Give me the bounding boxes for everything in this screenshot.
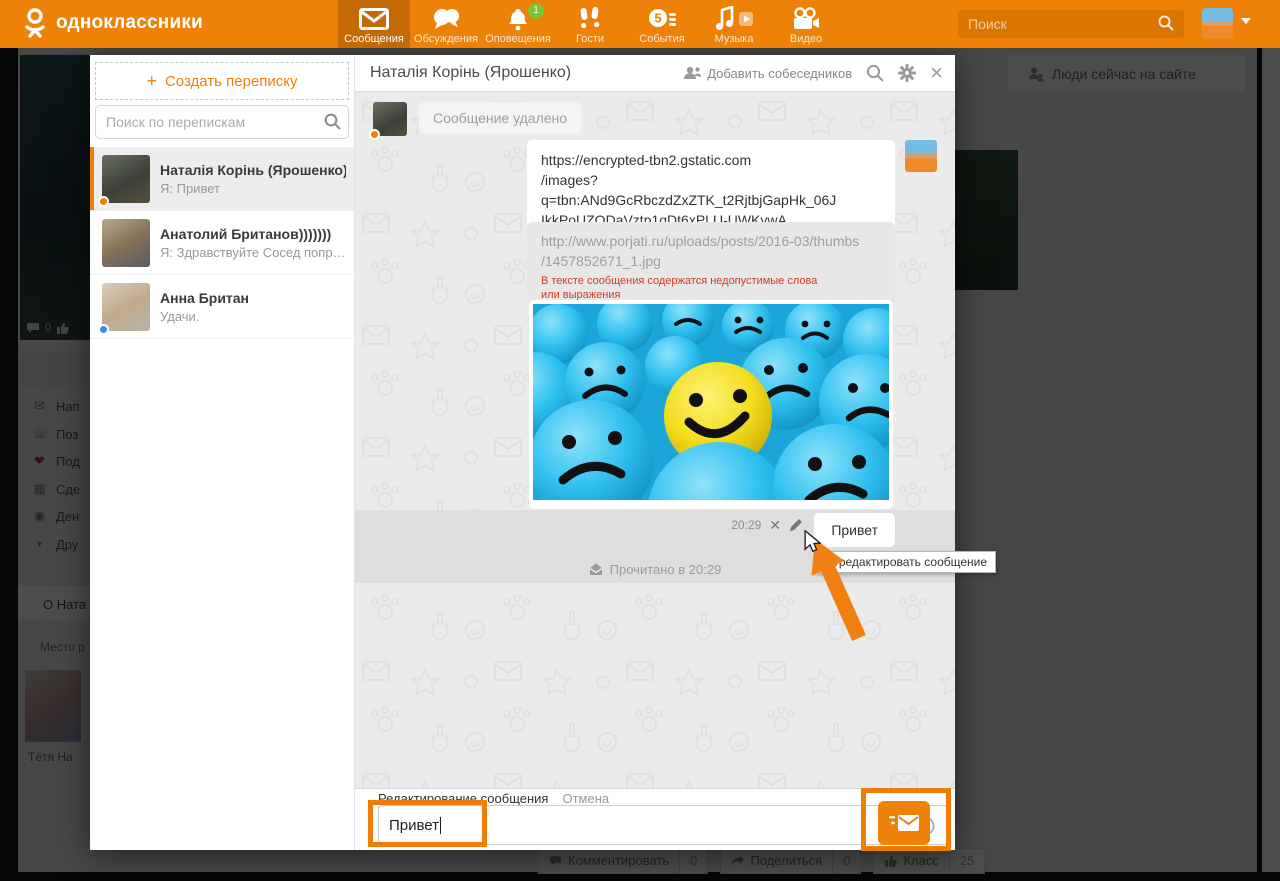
chat-preview: Я: Привет	[160, 181, 346, 196]
read-envelope-icon	[589, 563, 603, 576]
online-dot-orange	[98, 196, 109, 207]
mouse-cursor	[803, 530, 821, 552]
nav-guests-label: Гости	[576, 33, 604, 45]
nav-discussions-label: Обсуждения	[414, 33, 478, 45]
online-dot-blue	[98, 324, 109, 335]
nav-guests[interactable]: Гости	[554, 0, 626, 48]
chat-name: Анна Британ	[160, 290, 346, 306]
nav-events[interactable]: 5 События	[626, 0, 698, 48]
search-icon	[1158, 15, 1174, 36]
top-navigation-bar: одноклассники Сообщения Обсуждения 1 Опо…	[0, 0, 1280, 48]
notifications-badge: 1	[528, 3, 544, 19]
close-icon[interactable]: ×	[930, 62, 943, 84]
nav-events-label: События	[639, 33, 684, 45]
user-avatar[interactable]	[1202, 8, 1233, 39]
search-icon	[324, 113, 341, 135]
messenger-dialog: + Создать переписку Наталія Корінь (Ярош…	[90, 55, 955, 850]
nav-music[interactable]: Музыка	[698, 0, 770, 48]
deleted-message-bubble: Сообщение удалено	[419, 102, 581, 134]
smiley-balls-image	[533, 304, 889, 500]
search-icon	[866, 64, 884, 82]
search-in-chat-button[interactable]	[866, 64, 884, 82]
nav-music-label: Музыка	[715, 33, 754, 45]
online-dot-orange	[369, 129, 380, 140]
nav-discussions[interactable]: Обсуждения	[410, 0, 482, 48]
plus-icon: +	[146, 71, 157, 92]
bell-icon	[506, 6, 530, 32]
create-conversation-button[interactable]: + Создать переписку	[95, 62, 349, 100]
conversation-title: Наталія Корінь (Ярошенко)	[370, 64, 683, 82]
chevron-down-icon[interactable]	[1241, 18, 1251, 24]
cancel-edit-link[interactable]: Отмена	[562, 791, 609, 806]
add-people-label: Добавить собеседников	[707, 66, 852, 81]
conversation-header: Наталія Корінь (Ярошенко) Добавить собес…	[355, 55, 955, 92]
edit-message-icon[interactable]	[789, 518, 803, 532]
conversation-pane: Наталія Корінь (Ярошенко) Добавить собес…	[355, 55, 955, 850]
nav-notifications[interactable]: 1 Оповещения	[482, 0, 554, 48]
avatar	[373, 102, 407, 136]
avatar	[102, 219, 150, 267]
video-camera-icon	[792, 6, 820, 32]
gear-icon	[898, 64, 916, 82]
global-search-input[interactable]	[958, 10, 1184, 38]
footsteps-icon	[579, 6, 601, 32]
send-button[interactable]	[878, 801, 930, 845]
music-note-icon	[714, 6, 754, 32]
messages-icon	[359, 6, 389, 32]
read-status-text: Прочитано в 20:29	[610, 562, 722, 577]
chat-item-anatoliy[interactable]: Анатолий Британов))))))) Я: Здравствуйте…	[90, 211, 354, 275]
text-caret	[440, 817, 441, 834]
compose-area: Редактирование сообщения Отмена Привет	[355, 788, 955, 850]
delete-message-icon[interactable]: ✕	[769, 518, 781, 532]
avatar	[102, 283, 150, 331]
nav-video-label: Видео	[790, 33, 822, 45]
nav-messages[interactable]: Сообщения	[338, 0, 410, 48]
chat-search-input[interactable]	[95, 105, 349, 139]
chat-settings-button[interactable]	[898, 64, 916, 82]
message-input[interactable]: Привет	[378, 805, 948, 845]
message-image-bubble[interactable]	[529, 300, 893, 509]
message-deleted-row: Сообщение удалено	[373, 102, 581, 136]
messages-area: Сообщение удалено https://encrypted-tbn2…	[355, 92, 955, 788]
chat-list-sidebar: + Создать переписку Наталія Корінь (Ярош…	[90, 55, 355, 850]
main-nav: Сообщения Обсуждения 1 Оповещения Гости …	[338, 0, 842, 48]
forbidden-words-error: В тексте сообщения содержатся недопустим…	[541, 274, 831, 302]
logo-text: одноклассники	[56, 12, 203, 34]
own-avatar	[905, 140, 937, 172]
chat-item-anna[interactable]: Анна Британ Удачи.	[90, 275, 354, 339]
nav-video[interactable]: Видео	[770, 0, 842, 48]
send-envelope-icon	[889, 813, 919, 833]
nav-messages-label: Сообщения	[344, 33, 404, 45]
avatar	[102, 155, 150, 203]
chat-name: Анатолий Британов)))))))	[160, 226, 346, 242]
svg-text:5: 5	[654, 11, 661, 26]
add-people-button[interactable]: Добавить собеседников	[683, 66, 852, 81]
message-url-2-failed[interactable]: http://www.porjati.ru/uploads/posts/2016…	[527, 222, 895, 309]
discussions-icon	[431, 6, 461, 32]
chat-preview: Удачи.	[160, 309, 346, 324]
ok-logo-icon	[22, 8, 48, 38]
message-time: 20:29	[731, 518, 761, 532]
message-input-value: Привет	[389, 817, 439, 834]
chat-name: Наталія Корінь (Ярошенко)	[160, 162, 346, 178]
ok-logo[interactable]: одноклассники	[22, 8, 203, 38]
chat-item-natalia[interactable]: Наталія Корінь (Ярошенко) Я: Привет	[90, 147, 354, 211]
add-person-icon	[683, 66, 701, 80]
nav-notifications-label: Оповещения	[485, 33, 551, 45]
create-conversation-label: Создать переписку	[165, 73, 298, 90]
events-icon: 5	[647, 6, 677, 32]
chat-preview: Я: Здравствуйте Сосед попрос...	[160, 245, 346, 260]
